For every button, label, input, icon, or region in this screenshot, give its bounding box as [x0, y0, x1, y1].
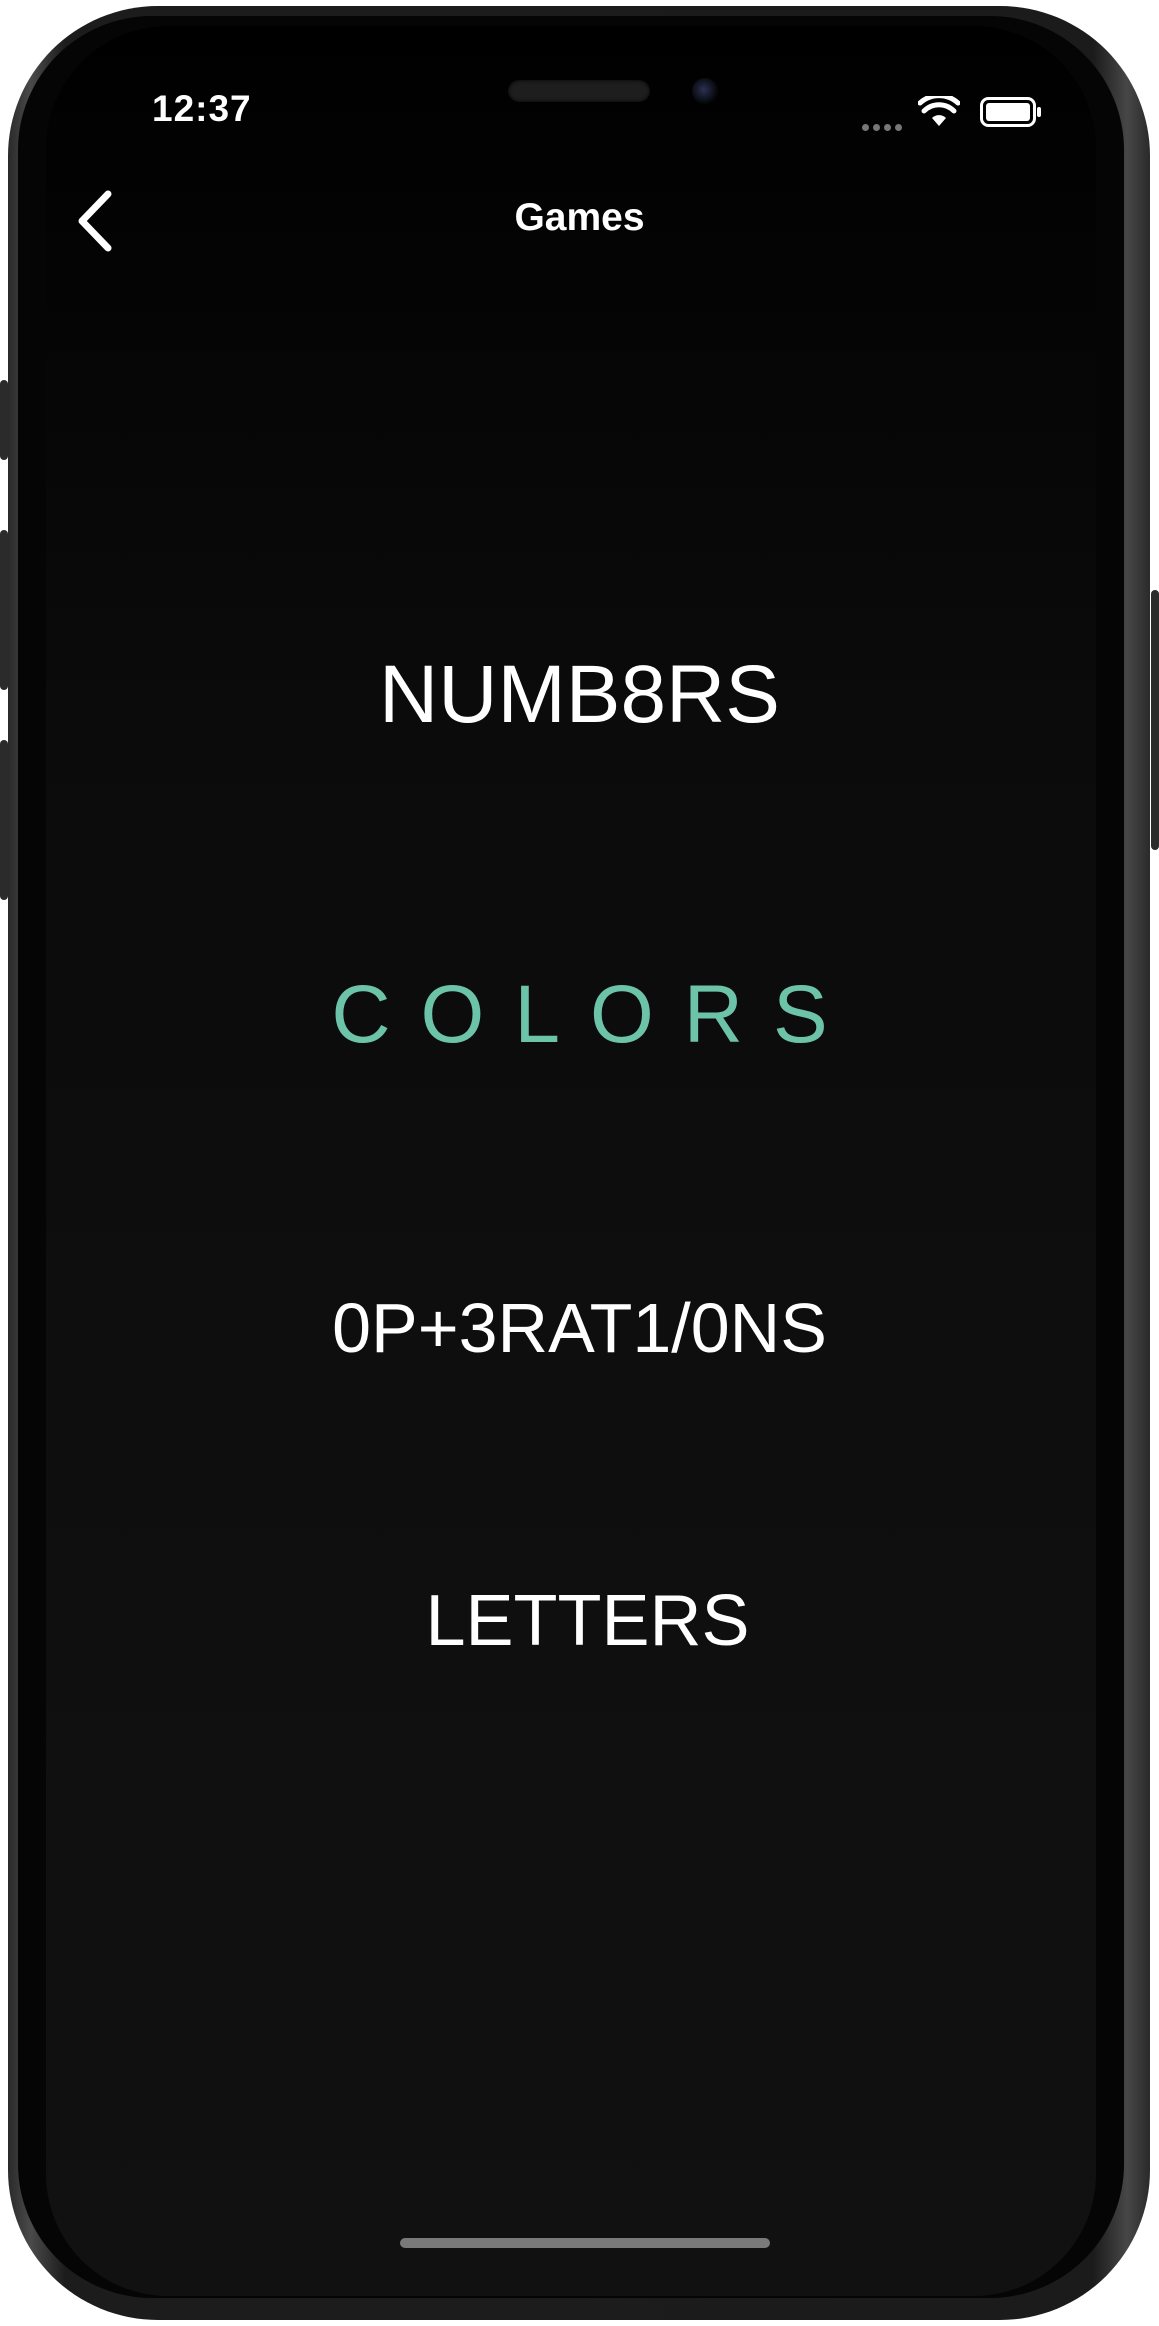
earpiece-speaker [508, 80, 650, 102]
silent-switch [0, 380, 8, 460]
screen [46, 26, 1096, 2296]
game-colors-button[interactable]: COLORS [0, 968, 1159, 1062]
game-numbers-button[interactable]: NUMB8RS [0, 648, 1159, 742]
battery-icon [980, 97, 1041, 127]
status-time: 12:37 [152, 88, 252, 129]
wifi-icon [918, 96, 960, 126]
home-indicator[interactable] [400, 2238, 770, 2248]
volume-down-button [0, 740, 8, 900]
cellular-signal-icon [862, 118, 908, 131]
game-letters-button[interactable]: LETTERS [8, 1580, 1159, 1662]
front-camera [692, 78, 718, 104]
game-operations-button[interactable]: 0P+3RAT1/0NS [0, 1288, 1159, 1368]
nav-title: Games [514, 196, 645, 239]
